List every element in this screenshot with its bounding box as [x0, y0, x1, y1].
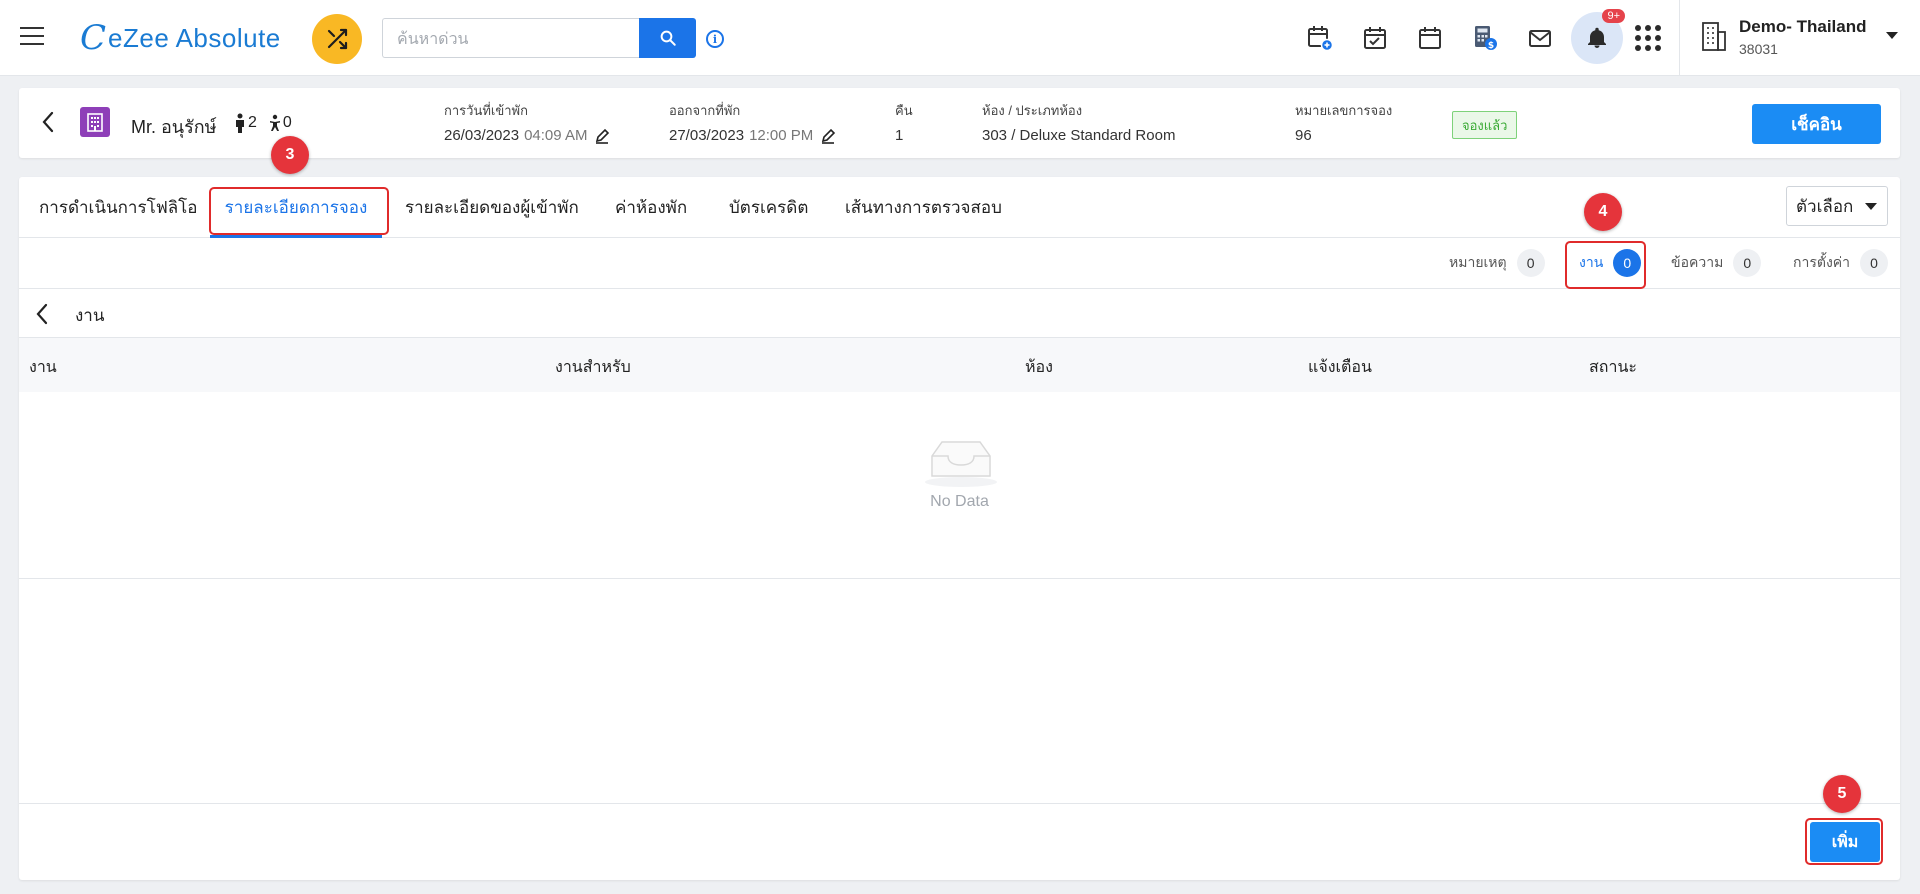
column-status: สถานะ — [1589, 357, 1637, 376]
options-dropdown[interactable]: ตัวเลือก — [1786, 186, 1888, 226]
column-room: ห้อง — [1025, 357, 1053, 376]
adult-icon — [236, 113, 244, 133]
checkout-date: 27/03/2023 — [669, 127, 745, 144]
settings-count: 0 — [1860, 249, 1889, 277]
bell-icon — [1588, 27, 1606, 48]
nights-field: คืน 1 — [895, 100, 913, 144]
divider — [19, 803, 1900, 804]
nights-label: คืน — [895, 103, 913, 118]
search-input[interactable] — [382, 18, 639, 58]
back-arrow-icon[interactable] — [41, 111, 55, 137]
status-badge: จองแล้ว — [1452, 111, 1518, 139]
logo-mark: C — [80, 18, 107, 58]
section-title: งาน — [75, 306, 105, 326]
checkin-button[interactable]: เช็คอิน — [1752, 104, 1881, 144]
edit-checkin-icon[interactable] — [594, 128, 610, 144]
room-value: 303 / Deluxe Standard Room — [982, 127, 1176, 144]
checkout-label: ออกจากที่พัก — [669, 103, 741, 118]
checkin-time: 04:09 AM — [524, 127, 588, 144]
calendar-add-icon[interactable] — [1296, 14, 1344, 62]
column-task-for: งานสำหรับ — [555, 357, 631, 376]
highlight-add-button — [1805, 818, 1883, 865]
step-marker-3: 3 — [271, 136, 309, 174]
subtab-settings[interactable]: การตั้งค่า 0 — [1793, 248, 1889, 278]
hotel-code: 38031 — [1739, 41, 1778, 57]
svg-text:$: $ — [1488, 41, 1494, 51]
shuffle-icon[interactable] — [312, 14, 362, 64]
step-marker-4: 4 — [1584, 193, 1622, 231]
subtab-label: ข้อความ — [1671, 255, 1724, 271]
hotel-switcher[interactable]: Demo- Thailand 38031 — [1679, 0, 1920, 76]
empty-inbox-icon — [925, 441, 997, 487]
quick-actions: $ 9+ — [1296, 9, 1663, 64]
subtab-label: หมายเหตุ — [1449, 255, 1507, 271]
adult-count: 2 — [248, 114, 257, 131]
apps-grid-icon[interactable] — [1633, 23, 1663, 53]
tab-credit-card[interactable]: บัตรเครดิต — [729, 177, 808, 238]
top-navigation-bar: C eZee Absolute i $ 9+ — [0, 0, 1920, 76]
chevron-down-icon — [1886, 32, 1898, 39]
notification-count-badge: 9+ — [1602, 9, 1625, 23]
app-logo[interactable]: C eZee Absolute — [80, 18, 281, 58]
child-count: 0 — [282, 114, 292, 131]
empty-state: No Data — [19, 392, 1900, 579]
remarks-count: 0 — [1516, 249, 1545, 277]
column-reminder: แจ้งเตือน — [1308, 357, 1372, 376]
building-icon — [1702, 22, 1726, 51]
tab-folio-operations[interactable]: การดำเนินการโฟลิโอ — [39, 177, 198, 238]
billing-calculator-icon[interactable]: $ — [1461, 14, 1509, 62]
search-button[interactable] — [639, 18, 696, 58]
checkin-field: การวันที่เข้าพัก 26/03/2023 04:09 AM — [444, 100, 610, 144]
checkout-field: ออกจากที่พัก 27/03/2023 12:00 PM — [669, 100, 836, 144]
tasks-table-header: งาน งานสำหรับ ห้อง แจ้งเตือน สถานะ — [19, 338, 1900, 392]
calendar-check-icon[interactable] — [1351, 14, 1399, 62]
highlight-reservation-details-tab — [209, 187, 389, 235]
room-field: ห้อง / ประเภทห้อง 303 / Deluxe Standard … — [982, 100, 1175, 144]
column-task: งาน — [29, 357, 57, 376]
chevron-down-icon — [1865, 203, 1877, 210]
edit-checkout-icon[interactable] — [820, 128, 836, 144]
pax-count: 2 0 — [234, 113, 292, 133]
child-icon — [269, 114, 280, 131]
checkin-label: การวันที่เข้าพัก — [444, 103, 528, 118]
room-label: ห้อง / ประเภทห้อง — [982, 103, 1083, 118]
reservation-number-value: 96 — [1295, 127, 1312, 144]
highlight-tasks-subtab — [1565, 241, 1646, 289]
checkout-time: 12:00 PM — [749, 127, 814, 144]
subtab-remarks[interactable]: หมายเหตุ 0 — [1449, 248, 1545, 278]
subtab-label: การตั้งค่า — [1793, 255, 1851, 271]
menu-icon[interactable] — [20, 27, 44, 47]
step-marker-5: 5 — [1823, 775, 1861, 813]
reservation-number-label: หมายเลขการจอง — [1295, 103, 1393, 118]
calendar-icon[interactable] — [1406, 14, 1454, 62]
hotel-name: Demo- Thailand — [1739, 17, 1867, 36]
tasks-section-header: งาน — [19, 289, 1900, 338]
quick-search — [382, 18, 696, 58]
no-data-text: No Data — [930, 493, 989, 510]
tab-guest-details[interactable]: รายละเอียดของผู้เข้าพัก — [405, 177, 579, 238]
search-icon — [660, 30, 676, 46]
nights-value: 1 — [895, 127, 904, 144]
app-name: eZee Absolute — [108, 22, 281, 53]
subtab-messages[interactable]: ข้อความ 0 — [1671, 248, 1762, 278]
property-icon — [80, 107, 110, 137]
guest-name: Mr. อนุรักษ์ — [131, 117, 217, 137]
messages-count: 0 — [1733, 249, 1762, 277]
checkin-date: 26/03/2023 — [444, 127, 520, 144]
tab-audit-trail[interactable]: เส้นทางการตรวจสอบ — [845, 177, 1002, 238]
tab-room-charges[interactable]: ค่าห้องพัก — [615, 177, 687, 238]
info-icon[interactable]: i — [706, 30, 724, 48]
options-label: ตัวเลือก — [1796, 196, 1854, 217]
reservation-number-field: หมายเลขการจอง 96 — [1295, 100, 1392, 144]
back-arrow-icon[interactable] — [35, 303, 49, 329]
notification-button[interactable]: 9+ — [1571, 9, 1625, 64]
mail-icon[interactable] — [1516, 14, 1564, 62]
